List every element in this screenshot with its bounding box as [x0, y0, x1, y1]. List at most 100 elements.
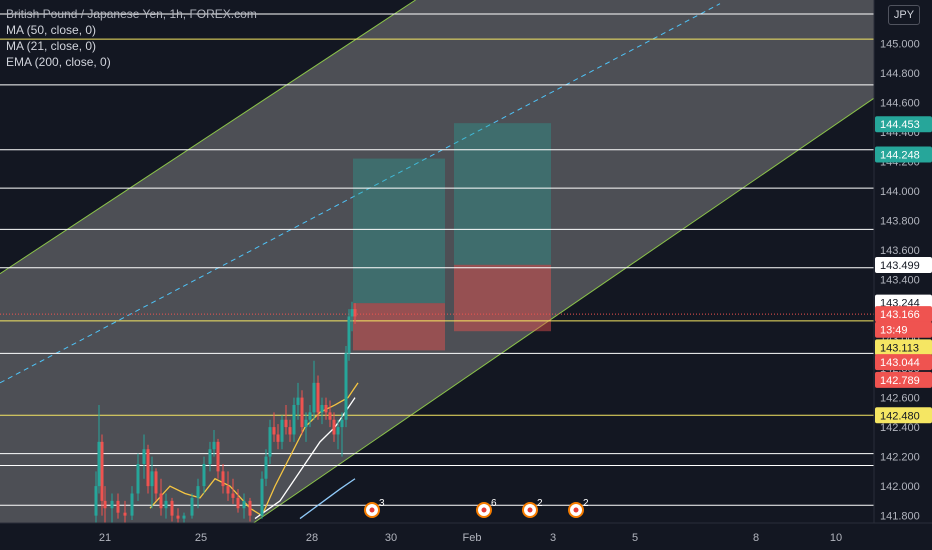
candle-body	[264, 456, 268, 479]
candle-body	[231, 493, 235, 498]
time-tick-label: 30	[385, 532, 397, 544]
candle-body	[344, 353, 348, 420]
candle-body	[288, 427, 292, 435]
candle-body	[332, 419, 336, 435]
candle-body	[316, 382, 320, 413]
event-count: 3	[379, 498, 385, 509]
event-count: 2	[537, 498, 543, 509]
price-tick-label: 145.000	[880, 39, 920, 51]
event-dot	[573, 507, 579, 513]
price-tick-label: 143.800	[880, 216, 920, 228]
candle-body	[202, 463, 206, 487]
chart-legend: British Pound / Japanese Yen, 1h, FOREX.…	[6, 6, 257, 70]
position-stop-zone	[353, 303, 445, 351]
symbol-title[interactable]: British Pound / Japanese Yen, 1h, FOREX.…	[6, 6, 257, 22]
candle-body	[208, 449, 212, 464]
candle-body	[260, 478, 264, 516]
candle-body	[170, 500, 174, 516]
candle-body	[324, 404, 328, 413]
candle-body	[296, 397, 300, 405]
time-tick-label: 3	[550, 532, 556, 544]
candle-body	[272, 427, 276, 435]
candle-body	[116, 500, 120, 513]
currency-button[interactable]: JPY	[888, 5, 920, 25]
candle-body	[340, 419, 344, 428]
price-tick-label: 142.400	[880, 422, 920, 434]
candle-body	[328, 412, 332, 420]
candle-body	[268, 427, 272, 457]
candle-body	[221, 471, 225, 487]
event-dot	[369, 507, 375, 513]
candle-body	[350, 309, 354, 317]
event-count: 2	[583, 498, 589, 509]
price-label: 142.480	[880, 410, 920, 422]
event-count: 6	[491, 498, 497, 509]
candle-body	[196, 486, 200, 498]
price-tick-label: 141.800	[880, 511, 920, 523]
candle-body	[182, 515, 186, 519]
candle-body	[308, 412, 312, 420]
time-tick-label: 25	[195, 532, 207, 544]
price-tick-label: 144.600	[880, 98, 920, 110]
candle-body	[312, 382, 316, 413]
event-dot	[527, 507, 533, 513]
price-chart[interactable]: 3 6 2 2145.000144.800144.600144.400144.2001…	[0, 0, 932, 550]
candle-body	[320, 404, 324, 413]
price-label: 143.044	[880, 357, 920, 369]
candle-body	[236, 497, 240, 509]
candle-body	[159, 493, 163, 509]
candle-body	[123, 512, 127, 516]
candle-body	[103, 500, 107, 509]
price-tick-label: 143.600	[880, 245, 920, 257]
candle-body	[146, 449, 150, 487]
price-tick-label: 144.000	[880, 186, 920, 198]
candle-body	[212, 441, 216, 450]
candle-body	[226, 486, 230, 494]
time-tick-label: 21	[99, 532, 111, 544]
time-tick-label: 5	[632, 532, 638, 544]
event-dot	[481, 507, 487, 513]
price-label: 142.789	[880, 375, 920, 387]
candle-body	[110, 500, 114, 509]
candle-body	[284, 419, 288, 428]
price-tick-label: 144.800	[880, 68, 920, 80]
candle-body	[216, 441, 220, 472]
price-label: 144.248	[880, 149, 920, 161]
candle-body	[100, 441, 104, 501]
candle-body	[176, 515, 180, 519]
candle-body	[347, 316, 351, 354]
candle-body	[190, 497, 194, 516]
candle-body	[300, 397, 304, 428]
candle-body	[292, 404, 296, 435]
legend-ema200[interactable]: EMA (200, close, 0)	[6, 54, 257, 70]
candle-body	[94, 486, 98, 516]
candle-body	[304, 419, 308, 428]
position-target-zone	[454, 123, 551, 265]
candle-body	[136, 463, 140, 494]
time-tick-label: 10	[830, 532, 842, 544]
candle-body	[242, 500, 246, 509]
price-tick-label: 142.600	[880, 393, 920, 405]
candle-body	[248, 500, 252, 516]
price-label: 143.166	[880, 309, 920, 321]
candle-body	[154, 471, 158, 494]
legend-ma21[interactable]: MA (21, close, 0)	[6, 38, 257, 54]
candle-body	[130, 493, 134, 516]
candle-body	[164, 500, 168, 509]
candle-body	[97, 441, 101, 487]
time-tick-label: 8	[753, 532, 759, 544]
price-label: 143.113	[880, 342, 919, 354]
price-tick-label: 142.000	[880, 481, 920, 493]
candle-body	[150, 471, 154, 487]
position-target-zone	[353, 158, 445, 304]
price-label: 143.499	[880, 260, 920, 272]
candle-body	[276, 434, 280, 442]
candle-body	[353, 309, 357, 317]
candle-body	[142, 449, 146, 464]
candle-body	[336, 427, 340, 435]
price-tick-label: 142.200	[880, 452, 920, 464]
time-tick-label: 28	[306, 532, 318, 544]
price-label: 144.453	[880, 119, 920, 131]
price-tick-label: 143.400	[880, 275, 920, 287]
legend-ma50[interactable]: MA (50, close, 0)	[6, 22, 257, 38]
